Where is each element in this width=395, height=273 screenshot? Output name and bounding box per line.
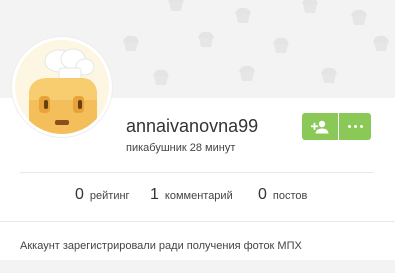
profile-about: Аккаунт зарегистрировали ради получения … [20, 240, 302, 252]
page-background [0, 260, 395, 273]
stat-rating[interactable]: 0 рейтинг [75, 186, 130, 204]
stat-posts[interactable]: 0 постов [258, 186, 307, 204]
divider [20, 172, 374, 173]
stat-value: 0 [75, 186, 84, 203]
add-friend-button[interactable] [302, 113, 338, 140]
muffin-icon [239, 65, 255, 81]
stat-label: рейтинг [89, 190, 130, 202]
profile-stats: 0 рейтинг 1 комментарий 0 постов [0, 186, 395, 208]
divider [0, 221, 395, 222]
more-options-button[interactable] [339, 113, 371, 140]
muffin-icon [235, 7, 251, 23]
profile-username: annaivanovna99 [126, 116, 259, 136]
profile-subtitle: пикабушник 28 минут [126, 142, 236, 154]
muffin-icon [273, 37, 289, 53]
stat-value: 1 [150, 186, 159, 203]
user-plus-icon [311, 120, 329, 133]
more-dots-icon [347, 125, 363, 128]
muffin-icon [302, 0, 318, 13]
muffin-icon [321, 67, 337, 83]
muffin-icon [153, 69, 169, 85]
avatar[interactable] [12, 37, 112, 137]
muffin-icon [168, 0, 184, 11]
avatar-image [15, 40, 109, 134]
stat-value: 0 [258, 186, 267, 203]
muffin-icon [373, 35, 389, 51]
stat-label: комментарий [164, 190, 233, 202]
muffin-icon [198, 31, 214, 47]
muffin-icon [123, 35, 139, 51]
stat-label: постов [272, 190, 308, 202]
stat-comments[interactable]: 1 комментарий [150, 186, 233, 204]
muffin-icon [351, 9, 367, 25]
